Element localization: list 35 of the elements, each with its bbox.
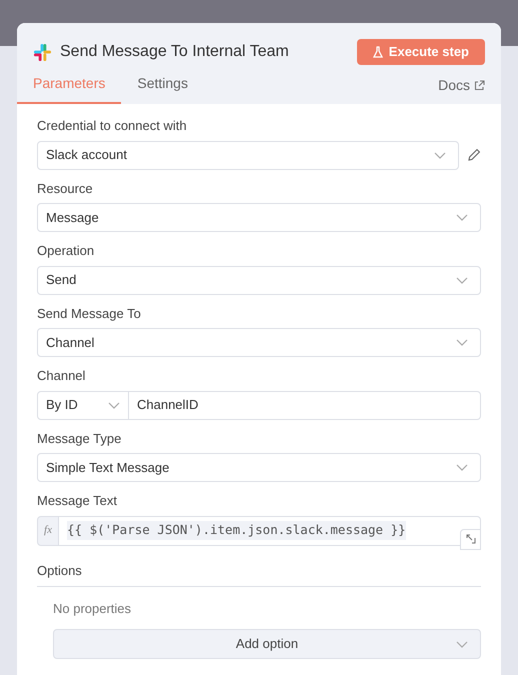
options-heading: Options — [37, 554, 481, 587]
select-field[interactable]: Simple Text Message — [37, 453, 481, 482]
panel-title: Send Message To Internal Team — [60, 42, 289, 62]
select-field[interactable]: Channel — [37, 328, 481, 357]
select-field[interactable]: Send — [37, 266, 481, 294]
select-field[interactable]: Message — [37, 203, 481, 232]
expand-editor-button[interactable] — [460, 528, 481, 550]
chevron-down-icon — [456, 339, 468, 346]
tab[interactable]: Settings — [121, 73, 204, 104]
field-label: Send Message To — [37, 304, 142, 323]
slack-logo-icon — [33, 42, 52, 62]
field-label: Message Text — [37, 492, 118, 510]
field-label: Operation — [37, 242, 96, 260]
input-field[interactable]: ChannelID — [129, 390, 481, 420]
chevron-down-icon — [456, 214, 468, 221]
pencil-icon[interactable] — [467, 148, 481, 162]
chevron-down-icon — [456, 640, 468, 648]
empty-state-text: No properties — [53, 600, 132, 618]
add-option-button[interactable]: Add option — [53, 628, 481, 658]
field-label: Resource — [37, 180, 94, 198]
expression-prefix: fx — [37, 516, 59, 546]
chevron-down-icon — [434, 152, 446, 158]
chevron-down-icon — [456, 276, 468, 284]
docs-link[interactable]: Docs — [438, 75, 485, 104]
flask-icon — [372, 46, 383, 58]
field-label: Credential to connect with — [37, 117, 188, 135]
expression-field[interactable]: {{ $('Parse JSON').item.json.slack.message }} — [59, 516, 481, 546]
mode-select[interactable]: By ID — [37, 390, 129, 420]
expand-icon — [466, 534, 476, 544]
chevron-down-icon — [108, 402, 120, 408]
select-field[interactable]: Slack account — [37, 140, 459, 170]
chevron-down-icon — [456, 464, 468, 471]
external-link-icon — [474, 80, 485, 91]
field-label: Message Type — [37, 430, 122, 448]
field-label: Channel — [37, 367, 86, 385]
